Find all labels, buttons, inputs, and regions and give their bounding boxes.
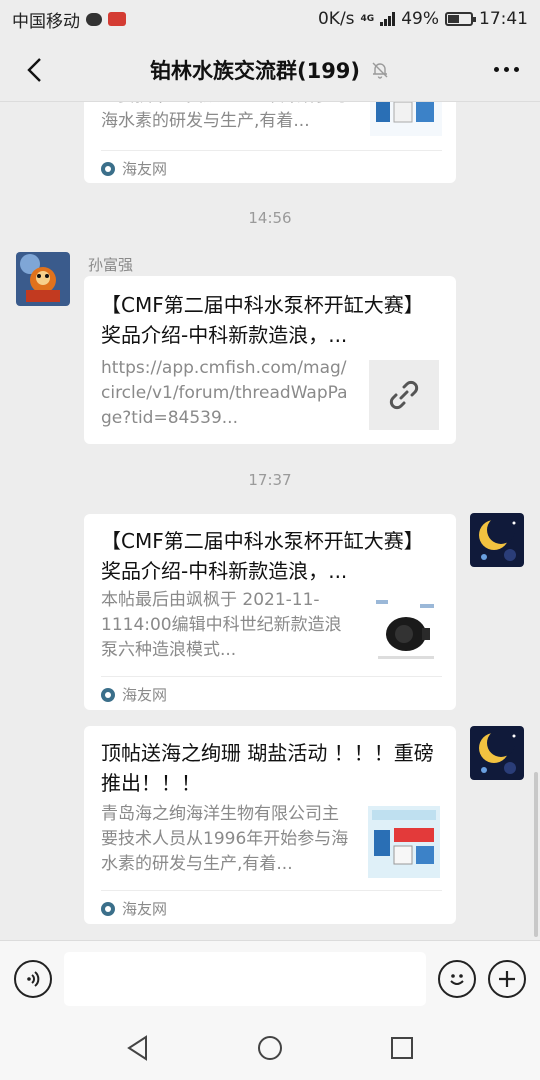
source-icon [101, 901, 115, 916]
chat-title: 铂林水族交流群(199) [149, 58, 361, 83]
voice-icon [27, 970, 40, 987]
source-icon [101, 161, 115, 176]
battery-icon [445, 12, 476, 26]
clock: 17:41 [479, 9, 528, 29]
avatar[interactable] [470, 726, 524, 780]
more-dot [513, 67, 519, 72]
avatar[interactable] [470, 513, 524, 567]
system-nav-bar [0, 1016, 540, 1080]
product-image [370, 594, 442, 666]
card-thumbnail [370, 102, 442, 136]
link-card[interactable]: 【CMF第二届中科水泵杯开缸大赛】奖品介绍-中科新款造浪，... https:/… [84, 276, 456, 444]
timestamp: 14:56 [248, 209, 292, 227]
app-logo-icon [108, 12, 126, 26]
card-thumbnail [370, 594, 442, 666]
product-image [368, 806, 440, 878]
signal-icon [380, 12, 396, 26]
scrollbar[interactable] [534, 772, 538, 937]
card-title: 【CMF第二届中科水泵杯开缸大赛】奖品介绍-中科新款造浪，... [101, 293, 424, 347]
card-divider [101, 890, 442, 891]
avatar-image [470, 726, 524, 780]
chevron-left-icon [27, 57, 41, 82]
status-bar: 中国移动 0K/s 4G 49% 17:41 [0, 0, 540, 38]
emoji-icon [450, 973, 464, 985]
card-source: 海友网 [101, 684, 167, 705]
source-label: 海友网 [122, 686, 168, 704]
sender-name: 孙富强 [88, 256, 134, 274]
message-notification-icon [86, 12, 102, 26]
nav-recents-button[interactable] [382, 1028, 422, 1068]
link-card[interactable]: 顶帖送海之绚珊 瑚盐活动 ！！！重磅推出！！！ 青岛海之绚海洋生物有限公司主要技… [84, 726, 456, 924]
card-thumbnail [368, 806, 440, 878]
card-divider [101, 676, 442, 677]
card-description: https://app.cmfish.com/mag/circle/v1/for… [101, 358, 348, 428]
circle-home-icon [258, 1036, 282, 1060]
link-icon [389, 380, 419, 410]
more-button[interactable] [486, 50, 526, 90]
back-button[interactable] [14, 50, 54, 90]
nav-back-button[interactable] [118, 1028, 158, 1068]
input-bar [0, 940, 540, 1016]
card-description: 青岛海之绚海洋生物有限公司主要技术人员从1996年开始参与海水素的研发与生产,有… [101, 804, 349, 874]
card-title: 【CMF第二届中科水泵杯开缸大赛】奖品介绍-中科新款造浪，... [101, 529, 424, 583]
link-card[interactable]: 主要技术人员从1996年开始参与海水素的研发与生产,有着... 海友网 [84, 102, 456, 183]
product-image [370, 102, 442, 136]
source-label: 海友网 [122, 160, 168, 178]
status-right: 0K/s 4G 49% 17:41 [318, 9, 528, 29]
card-description: 主要技术人员从1996年开始参与海水素的研发与生产,有着... [101, 102, 348, 131]
title-wrap: 铂林水族交流群(199) [150, 55, 390, 85]
square-recents-icon [391, 1037, 413, 1059]
status-left: 中国移动 [12, 7, 126, 32]
battery-fill [448, 15, 459, 23]
timestamp: 17:37 [248, 471, 292, 489]
card-source: 海友网 [101, 898, 167, 919]
nav-home-button[interactable] [250, 1028, 290, 1068]
chat-header: 铂林水族交流群(199) [0, 38, 540, 102]
more-dot [503, 67, 509, 72]
card-title: 顶帖送海之绚珊 瑚盐活动 ！！！重磅推出！！！ [101, 741, 434, 795]
message-input[interactable] [64, 951, 426, 1006]
add-button[interactable] [488, 959, 526, 998]
avatar-image [16, 252, 70, 306]
bell-off-icon [372, 62, 388, 79]
card-source: 海友网 [101, 158, 167, 179]
avatar[interactable] [16, 252, 70, 306]
network-speed: 0K/s [317, 9, 355, 29]
link-thumbnail [369, 360, 439, 430]
triangle-back-icon [127, 1035, 147, 1061]
more-dots-icon [493, 67, 499, 72]
source-label: 海友网 [122, 900, 168, 918]
chat-area[interactable]: 主要技术人员从1996年开始参与海水素的研发与生产,有着... 海友网 14:5… [0, 102, 540, 940]
plus-icon [499, 970, 515, 987]
voice-button[interactable] [14, 959, 52, 998]
avatar-image [470, 513, 524, 567]
card-description: 本帖最后由飒枫于 2021-11-1114:00编辑中科世纪新款造浪泵六种造浪模… [101, 590, 342, 660]
card-divider [101, 150, 442, 151]
emoji-button[interactable] [438, 959, 476, 998]
carrier-label: 中国移动 [12, 11, 80, 32]
source-icon [101, 687, 115, 702]
link-card[interactable]: 【CMF第二届中科水泵杯开缸大赛】奖品介绍-中科新款造浪，... 本帖最后由飒枫… [84, 514, 456, 710]
network-type: 4G [360, 13, 375, 24]
battery-percent: 49% [401, 9, 439, 29]
